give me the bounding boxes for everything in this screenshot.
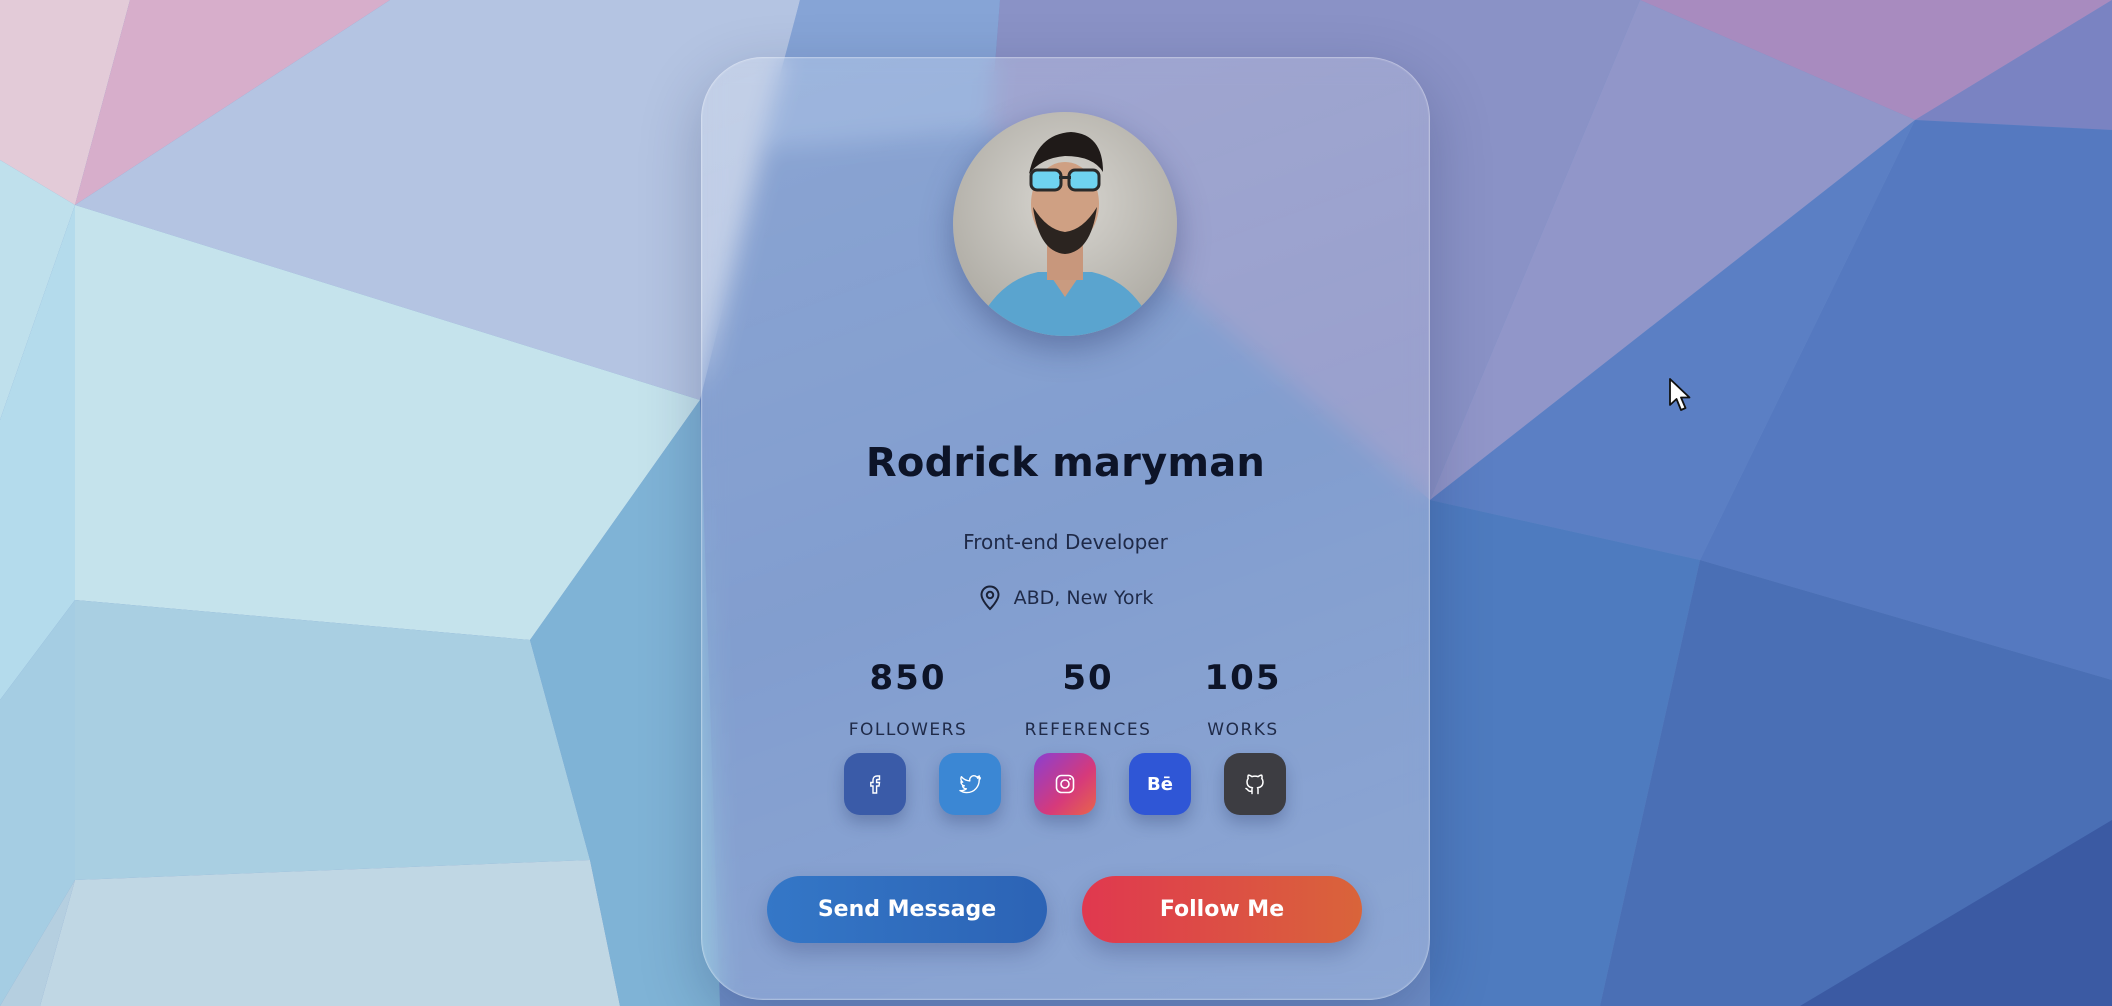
behance-icon: Bē [1147, 773, 1173, 795]
facebook-icon [870, 775, 881, 794]
stat-works: 105 WORKS [1153, 658, 1333, 740]
profile-location: ABD, New York [702, 585, 1429, 611]
page-background: Rodrick maryman Front-end Developer ABD,… [0, 0, 2112, 1006]
stat-followers: 850 FOLLOWERS [818, 658, 998, 740]
avatar-photo [953, 112, 1177, 336]
stat-value: 50 [1062, 658, 1114, 698]
stat-value: 105 [1204, 658, 1282, 698]
location-text: ABD, New York [1013, 587, 1154, 609]
stat-label: FOLLOWERS [848, 720, 968, 740]
twitter-button[interactable] [939, 753, 1001, 815]
instagram-button[interactable] [1034, 753, 1096, 815]
behance-button[interactable]: Bē [1129, 753, 1191, 815]
avatar [953, 112, 1177, 336]
instagram-icon [1055, 774, 1075, 794]
stat-references: 50 REFERENCES [998, 658, 1178, 740]
stat-label: WORKS [1207, 720, 1279, 740]
github-icon [1245, 774, 1264, 795]
twitter-icon [959, 775, 981, 794]
stat-label: REFERENCES [1024, 720, 1152, 740]
send-message-button[interactable]: Send Message [767, 876, 1047, 943]
location-pin-icon [980, 585, 1000, 611]
profile-card: Rodrick maryman Front-end Developer ABD,… [701, 57, 1430, 1000]
github-button[interactable] [1224, 753, 1286, 815]
stat-value: 850 [869, 658, 947, 698]
follow-me-button[interactable]: Follow Me [1082, 876, 1362, 943]
mouse-cursor-icon [1669, 378, 1691, 411]
profile-name: Rodrick maryman [865, 440, 1266, 486]
facebook-button[interactable] [844, 753, 906, 815]
profile-role: Front-end Developer [963, 530, 1168, 554]
